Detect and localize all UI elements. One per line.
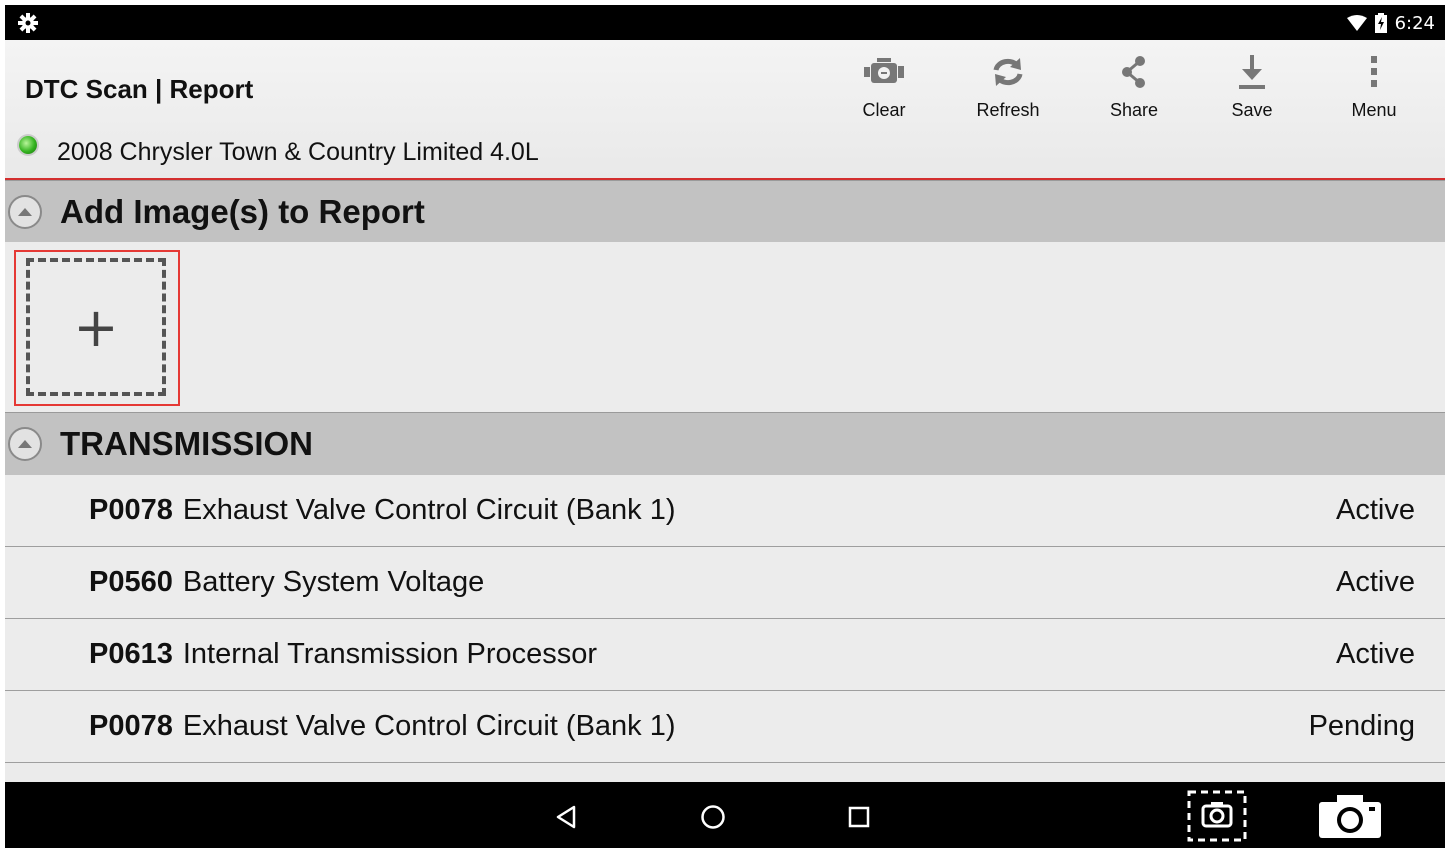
device-screen: 6:24 DTC Scan | Report 2008 Chrysler Tow… xyxy=(5,5,1445,848)
dtc-description: Exhaust Valve Control Circuit (Bank 1) xyxy=(182,710,676,742)
section-title: Add Image(s) to Report xyxy=(60,193,425,230)
dtc-description: Exhaust Valve Control Circuit (Bank 1) xyxy=(182,494,676,526)
collapse-icon[interactable] xyxy=(8,427,42,461)
dtc-row[interactable]: P0613 Internal Transmission Processor Ac… xyxy=(5,619,1445,691)
refresh-label: Refresh xyxy=(976,100,1040,120)
dtc-status: Active xyxy=(1336,566,1415,598)
collapse-icon[interactable] xyxy=(8,195,42,229)
dtc-status: Active xyxy=(1336,494,1415,526)
dtc-list: P0078 Exhaust Valve Control Circuit (Ban… xyxy=(5,475,1445,763)
page-title: DTC Scan | Report xyxy=(25,74,254,104)
vehicle-info: 2008 Chrysler Town & Country Limited 4.0… xyxy=(19,135,539,167)
navigation-bar xyxy=(5,782,1445,848)
dtc-description: Internal Transmission Processor xyxy=(182,638,598,670)
screenshot-icon[interactable] xyxy=(1187,790,1247,842)
wifi-icon xyxy=(1346,15,1367,31)
dtc-code: P0078 xyxy=(89,710,173,742)
status-time: 6:24 xyxy=(1394,12,1435,34)
battery-charging-icon xyxy=(1374,13,1387,33)
save-label: Save xyxy=(1231,100,1273,120)
dtc-code: P0560 xyxy=(89,566,173,598)
dtc-row[interactable]: P0078 Exhaust Valve Control Circuit (Ban… xyxy=(5,691,1445,763)
dtc-status: Active xyxy=(1336,638,1415,670)
check-engine-icon xyxy=(829,52,939,92)
dtc-row[interactable]: P0078 Exhaust Valve Control Circuit (Ban… xyxy=(5,475,1445,547)
camera-icon[interactable] xyxy=(1317,793,1383,839)
dtc-code: P0078 xyxy=(89,494,173,526)
recents-icon[interactable] xyxy=(841,799,877,835)
dtc-description: Battery System Voltage xyxy=(182,566,485,598)
image-area: + xyxy=(5,242,1445,412)
vehicle-name: 2008 Chrysler Town & Country Limited 4.0… xyxy=(57,138,539,166)
menu-button[interactable]: Menu xyxy=(1319,52,1429,126)
menu-label: Menu xyxy=(1351,100,1397,120)
home-icon[interactable] xyxy=(695,799,731,835)
app-header: DTC Scan | Report 2008 Chrysler Town & C… xyxy=(5,40,1445,180)
back-icon[interactable] xyxy=(548,799,584,835)
clear-label: Clear xyxy=(862,100,906,120)
share-button[interactable]: Share xyxy=(1079,52,1189,126)
share-icon xyxy=(1079,52,1189,92)
section-title: TRANSMISSION xyxy=(60,425,314,462)
refresh-button[interactable]: Refresh xyxy=(953,52,1063,126)
add-images-section-header[interactable]: Add Image(s) to Report xyxy=(5,180,1445,244)
connection-status-icon xyxy=(19,135,37,154)
refresh-icon xyxy=(953,52,1063,92)
save-button[interactable]: Save xyxy=(1197,52,1307,126)
download-icon xyxy=(1197,52,1307,92)
gear-icon xyxy=(17,12,39,34)
dtc-status: Pending xyxy=(1308,710,1415,742)
clear-button[interactable]: Clear xyxy=(829,52,939,126)
status-indicators: 6:24 xyxy=(1346,11,1435,35)
dtc-row[interactable]: P0560 Battery System Voltage Active xyxy=(5,547,1445,619)
add-image-button[interactable]: + xyxy=(14,250,180,406)
add-image-placeholder: + xyxy=(26,258,166,396)
dtc-code: P0613 xyxy=(89,638,173,670)
plus-icon: + xyxy=(73,295,119,359)
transmission-section-header[interactable]: TRANSMISSION xyxy=(5,412,1445,476)
overflow-menu-icon xyxy=(1319,52,1429,92)
share-label: Share xyxy=(1109,100,1159,120)
status-bar: 6:24 xyxy=(5,5,1445,40)
